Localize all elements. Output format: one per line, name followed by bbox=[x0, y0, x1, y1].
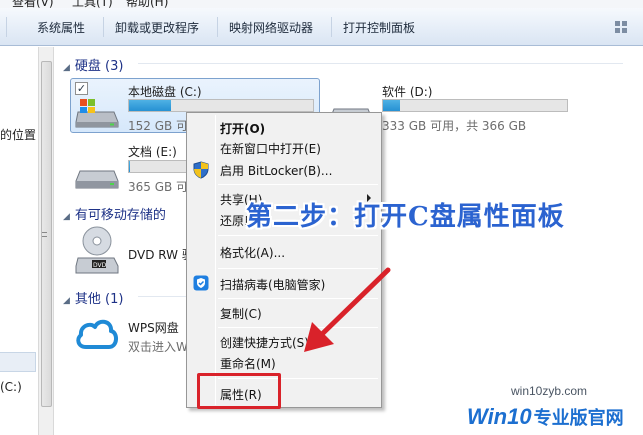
menu-view[interactable]: 查看(V) bbox=[12, 0, 54, 8]
group-divider bbox=[138, 296, 188, 297]
menu-bar: 查看(V) 工具(T) 帮助(H) bbox=[0, 0, 643, 8]
watermark-brand-name: Win10 bbox=[467, 404, 532, 429]
wps-drive-name[interactable]: WPS网盘 bbox=[128, 319, 179, 336]
menu-help[interactable]: 帮助(H) bbox=[126, 0, 168, 8]
navigation-scrollbar[interactable] bbox=[38, 47, 54, 435]
navigation-pane: 的位置 (C:) bbox=[0, 47, 38, 435]
group-title: 有可移动存储的 bbox=[74, 208, 166, 223]
watermark-brand: Win10 专业版官网 bbox=[467, 404, 624, 430]
wps-drive-subtitle: 双击进入W bbox=[128, 340, 188, 354]
group-title: 其他 (1) bbox=[74, 292, 124, 307]
group-header-removable[interactable]: ◢ 有可移动存储的 bbox=[63, 204, 166, 223]
collapse-triangle-icon: ◢ bbox=[63, 63, 70, 73]
drive-c-name: 本地磁盘 (C:) bbox=[128, 85, 202, 99]
nav-item-selected[interactable] bbox=[0, 352, 36, 372]
cloud-icon bbox=[74, 314, 120, 352]
menu-separator bbox=[218, 235, 378, 236]
command-toolbar: 系统属性 卸载或更改程序 映射网络驱动器 打开控制面板 bbox=[0, 8, 643, 46]
menu-item-rename[interactable]: 重命名(M) bbox=[220, 355, 276, 372]
toolbar-separator bbox=[103, 17, 104, 37]
drive-c-checkbox[interactable]: ✓ bbox=[75, 82, 88, 95]
red-arrow-icon bbox=[296, 264, 396, 357]
toolbar-separator bbox=[331, 17, 332, 37]
group-header-hard-disks[interactable]: ◢ 硬盘 (3) bbox=[63, 55, 123, 74]
drive-d-usage-bar bbox=[382, 99, 568, 112]
nav-item-location[interactable]: 的位置 bbox=[0, 126, 36, 143]
menu-item-open[interactable]: 打开(O) bbox=[220, 120, 265, 137]
step-annotation: 第二步：打开C盘属性面板 bbox=[246, 202, 565, 232]
hdd-icon bbox=[74, 159, 120, 191]
collapse-triangle-icon: ◢ bbox=[63, 296, 70, 306]
collapse-triangle-icon: ◢ bbox=[63, 212, 70, 222]
menu-separator bbox=[218, 184, 378, 185]
watermark-url: win10zyb.com bbox=[511, 384, 588, 398]
menu-item-format[interactable]: 格式化(A)... bbox=[220, 244, 285, 261]
windows-hdd-icon bbox=[74, 96, 120, 130]
view-options-icon[interactable] bbox=[615, 21, 629, 33]
group-divider bbox=[138, 63, 623, 64]
context-menu: 打开(O) 在新窗口中打开(E) 启用 BitLocker(B)... 共享(H… bbox=[186, 112, 382, 408]
nav-item-c-drive[interactable]: (C:) bbox=[0, 380, 22, 394]
toolbar-separator bbox=[217, 17, 218, 37]
open-control-panel-button[interactable]: 打开控制面板 bbox=[343, 19, 415, 36]
antivirus-shield-icon bbox=[193, 275, 209, 294]
drive-e-free-space: 365 GB 可 bbox=[128, 180, 189, 194]
drive-d-usage-fill bbox=[383, 100, 400, 111]
properties-highlight-box bbox=[197, 373, 281, 409]
uninstall-program-button[interactable]: 卸载或更改程序 bbox=[115, 19, 199, 36]
group-header-other[interactable]: ◢ 其他 (1) bbox=[63, 288, 123, 307]
dvd-drive-icon: DVD bbox=[74, 226, 120, 276]
svg-text:DVD: DVD bbox=[93, 262, 107, 269]
menu-tools[interactable]: 工具(T) bbox=[72, 0, 113, 8]
drive-d-name[interactable]: 软件 (D:) bbox=[382, 83, 432, 100]
scrollbar-grip-icon bbox=[42, 232, 47, 237]
drive-e-usage-bar bbox=[128, 160, 188, 173]
group-title: 硬盘 (3) bbox=[74, 59, 124, 74]
drive-c-free-space: 152 GB 可 bbox=[128, 119, 189, 133]
menu-item-open-new-window[interactable]: 在新窗口中打开(E) bbox=[220, 140, 321, 157]
toolbar-separator bbox=[6, 17, 7, 37]
menu-item-bitlocker[interactable]: 启用 BitLocker(B)... bbox=[220, 162, 332, 179]
watermark-brand-sub: 专业版官网 bbox=[533, 408, 624, 428]
drive-c-usage-bar bbox=[128, 99, 314, 112]
drive-e-usage-fill bbox=[129, 161, 131, 172]
drive-c-usage-fill bbox=[129, 100, 172, 111]
content-scrollbar[interactable] bbox=[627, 47, 643, 435]
dvd-drive-name[interactable]: DVD RW 驱 bbox=[128, 246, 194, 263]
shield-icon bbox=[193, 161, 209, 182]
drive-e-name[interactable]: 文档 (E:) bbox=[128, 143, 177, 160]
system-properties-button[interactable]: 系统属性 bbox=[37, 19, 85, 36]
map-network-drive-button[interactable]: 映射网络驱动器 bbox=[229, 19, 313, 36]
drive-d-free-space: 333 GB 可用，共 366 GB bbox=[382, 119, 527, 133]
menu-item-copy[interactable]: 复制(C) bbox=[220, 305, 262, 322]
menu-gutter bbox=[215, 115, 216, 405]
